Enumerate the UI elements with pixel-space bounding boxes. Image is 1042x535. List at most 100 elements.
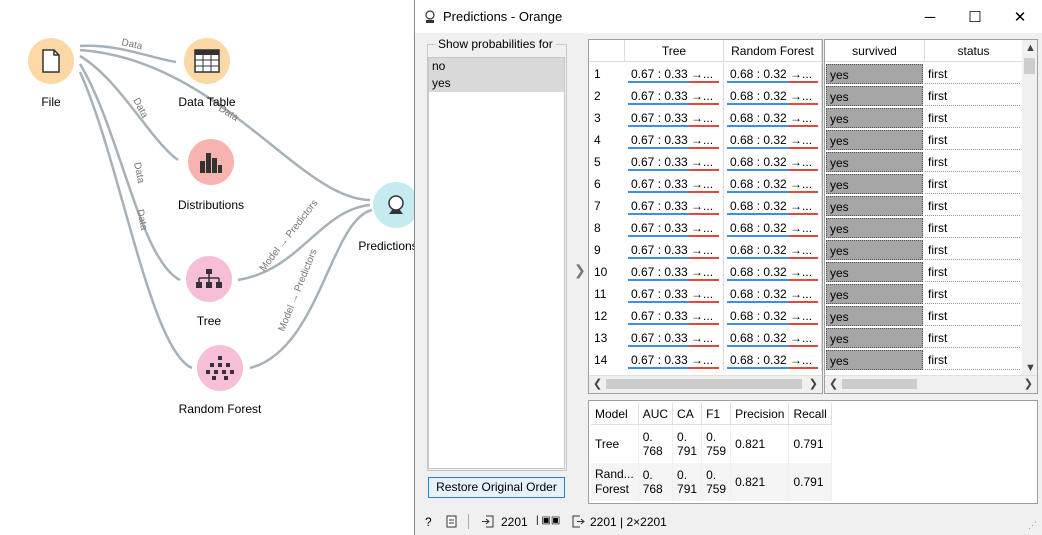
- tree-prediction-cell[interactable]: 0.67 : 0.33 →...: [625, 349, 724, 371]
- scroll-up-icon[interactable]: ▲: [1025, 42, 1036, 54]
- probability-item-yes[interactable]: yes: [429, 75, 564, 92]
- scores-header-auc[interactable]: AUC: [638, 403, 674, 425]
- probability-no-bar: [727, 345, 789, 347]
- forest-prediction-cell[interactable]: 0.68 : 0.32 →...: [724, 283, 822, 305]
- status-cell[interactable]: first: [925, 306, 1020, 326]
- resize-grip-icon[interactable]: ⋰: [1028, 520, 1037, 531]
- data-scroll-left-icon[interactable]: ❮: [829, 377, 838, 390]
- tree-prediction-cell[interactable]: 0.67 : 0.33 →...: [625, 129, 724, 151]
- status-column-header[interactable]: status: [925, 40, 1023, 62]
- restore-original-order-button[interactable]: Restore Original Order: [428, 477, 565, 498]
- status-cell[interactable]: first: [925, 218, 1020, 238]
- survived-cell[interactable]: yes: [826, 130, 923, 150]
- survived-cell[interactable]: yes: [826, 328, 923, 348]
- data-table[interactable]: survived status yes first yes first yes first…: [824, 39, 1038, 394]
- vertical-scroll-thumb[interactable]: [1024, 58, 1035, 74]
- survived-cell[interactable]: yes: [826, 350, 923, 370]
- forest-prediction-cell[interactable]: 0.68 : 0.32 →...: [724, 129, 822, 151]
- node-random-forest[interactable]: Random Forest: [179, 338, 261, 416]
- scores-header-recall[interactable]: Recall: [788, 403, 832, 425]
- survived-cell[interactable]: yes: [826, 64, 923, 84]
- forest-prediction-cell[interactable]: 0.68 : 0.32 →...: [724, 173, 822, 195]
- data-scroll-thumb[interactable]: [842, 379, 917, 389]
- tree-prediction-cell[interactable]: 0.67 : 0.33 →...: [625, 283, 724, 305]
- tree-column-header[interactable]: Tree: [625, 40, 724, 62]
- help-icon[interactable]: ?: [425, 515, 432, 529]
- forest-prediction-cell[interactable]: 0.68 : 0.32 →...: [724, 107, 822, 129]
- scroll-down-icon[interactable]: ▼: [1025, 362, 1036, 374]
- status-cell[interactable]: first: [925, 130, 1020, 150]
- forest-prediction-cell[interactable]: 0.68 : 0.32 →...: [724, 217, 822, 239]
- status-cell[interactable]: first: [925, 174, 1020, 194]
- status-cell[interactable]: first: [925, 64, 1020, 84]
- collapse-controls-icon[interactable]: ❯: [574, 262, 586, 279]
- close-button[interactable]: ✕: [998, 4, 1042, 30]
- node-file[interactable]: File: [21, 31, 81, 109]
- survived-column-header[interactable]: survived: [825, 40, 925, 62]
- tree-prediction-cell[interactable]: 0.67 : 0.33 →...: [625, 107, 724, 129]
- scroll-left-icon[interactable]: ❮: [593, 377, 602, 390]
- node-distributions[interactable]: Distributions: [178, 132, 244, 212]
- status-cell[interactable]: first: [925, 108, 1020, 128]
- forest-prediction-cell[interactable]: 0.68 : 0.32 →...: [724, 63, 822, 85]
- report-icon[interactable]: [446, 515, 457, 528]
- forest-prediction-cell[interactable]: 0.68 : 0.32 →...: [724, 239, 822, 261]
- scores-header-f1[interactable]: F1: [701, 403, 732, 425]
- survived-cell[interactable]: yes: [826, 86, 923, 106]
- tree-prediction-cell[interactable]: 0.67 : 0.33 →...: [625, 173, 724, 195]
- status-cell[interactable]: first: [925, 262, 1020, 282]
- probability-yes-bar: [689, 103, 719, 105]
- probabilities-list[interactable]: no yes: [428, 57, 565, 469]
- status-cell[interactable]: first: [925, 152, 1020, 172]
- forest-prediction-cell[interactable]: 0.68 : 0.32 →...: [724, 151, 822, 173]
- forest-prediction-cell[interactable]: 0.68 : 0.32 →...: [724, 349, 822, 371]
- survived-cell[interactable]: yes: [826, 306, 923, 326]
- forest-prediction-cell[interactable]: 0.68 : 0.32 →...: [724, 85, 822, 107]
- tree-prediction-cell[interactable]: 0.67 : 0.33 →...: [625, 327, 724, 349]
- survived-cell[interactable]: yes: [826, 108, 923, 128]
- status-cell[interactable]: first: [925, 328, 1020, 348]
- survived-cell[interactable]: yes: [826, 262, 923, 282]
- forest-prediction-cell[interactable]: 0.68 : 0.32 →...: [724, 261, 822, 283]
- survived-cell[interactable]: yes: [826, 152, 923, 172]
- predictions-table[interactable]: Tree Random Forest 1 0.67 : 0.33 →... 0.68…: [588, 39, 823, 394]
- probability-item-no[interactable]: no: [429, 58, 564, 75]
- predictions-horizontal-scrollbar[interactable]: ❮ ❯: [589, 375, 822, 393]
- forest-prediction-cell[interactable]: 0.68 : 0.32 →...: [724, 327, 822, 349]
- forest-prediction-cell[interactable]: 0.68 : 0.32 →...: [724, 195, 822, 217]
- data-vertical-scrollbar[interactable]: ▲ ▼: [1022, 40, 1037, 376]
- status-cell[interactable]: first: [925, 350, 1020, 370]
- survived-cell[interactable]: yes: [826, 240, 923, 260]
- scores-header-model[interactable]: Model: [591, 403, 639, 425]
- workflow-canvas[interactable]: Data Data Data Data Data Model → Predict…: [0, 0, 419, 535]
- scores-header-precision[interactable]: Precision: [730, 403, 790, 425]
- tree-prediction-cell[interactable]: 0.67 : 0.33 →...: [625, 85, 724, 107]
- data-scroll-right-icon[interactable]: ❯: [1024, 377, 1033, 390]
- scroll-right-icon[interactable]: ❯: [809, 377, 818, 390]
- data-horizontal-scrollbar[interactable]: ❮ ❯: [825, 375, 1037, 393]
- status-cell[interactable]: first: [925, 196, 1020, 216]
- status-cell[interactable]: first: [925, 86, 1020, 106]
- maximize-button[interactable]: ☐: [953, 4, 997, 30]
- random-forest-column-header[interactable]: Random Forest: [724, 40, 822, 62]
- tree-prediction-cell[interactable]: 0.67 : 0.33 →...: [625, 217, 724, 239]
- survived-cell[interactable]: yes: [826, 196, 923, 216]
- tree-prediction-cell[interactable]: 0.67 : 0.33 →...: [625, 305, 724, 327]
- tree-prediction-cell[interactable]: 0.67 : 0.33 →...: [625, 195, 724, 217]
- node-tree[interactable]: Tree: [179, 249, 239, 328]
- status-cell[interactable]: first: [925, 240, 1020, 260]
- tree-prediction-cell[interactable]: 0.67 : 0.33 →...: [625, 239, 724, 261]
- scores-header-ca[interactable]: CA: [672, 403, 703, 425]
- tree-prediction-cell[interactable]: 0.67 : 0.33 →...: [625, 63, 724, 85]
- forest-prediction-cell[interactable]: 0.68 : 0.32 →...: [724, 305, 822, 327]
- tree-prediction-cell[interactable]: 0.67 : 0.33 →...: [625, 261, 724, 283]
- survived-cell[interactable]: yes: [826, 284, 923, 304]
- minimize-button[interactable]: ─: [908, 4, 952, 30]
- status-cell[interactable]: first: [925, 284, 1020, 304]
- survived-cell[interactable]: yes: [826, 218, 923, 238]
- scroll-thumb[interactable]: [606, 379, 802, 389]
- node-data-table[interactable]: Data Table: [177, 31, 237, 109]
- title-bar[interactable]: Predictions - Orange ─ ☐ ✕: [415, 0, 1042, 33]
- survived-cell[interactable]: yes: [826, 174, 923, 194]
- tree-prediction-cell[interactable]: 0.67 : 0.33 →...: [625, 151, 724, 173]
